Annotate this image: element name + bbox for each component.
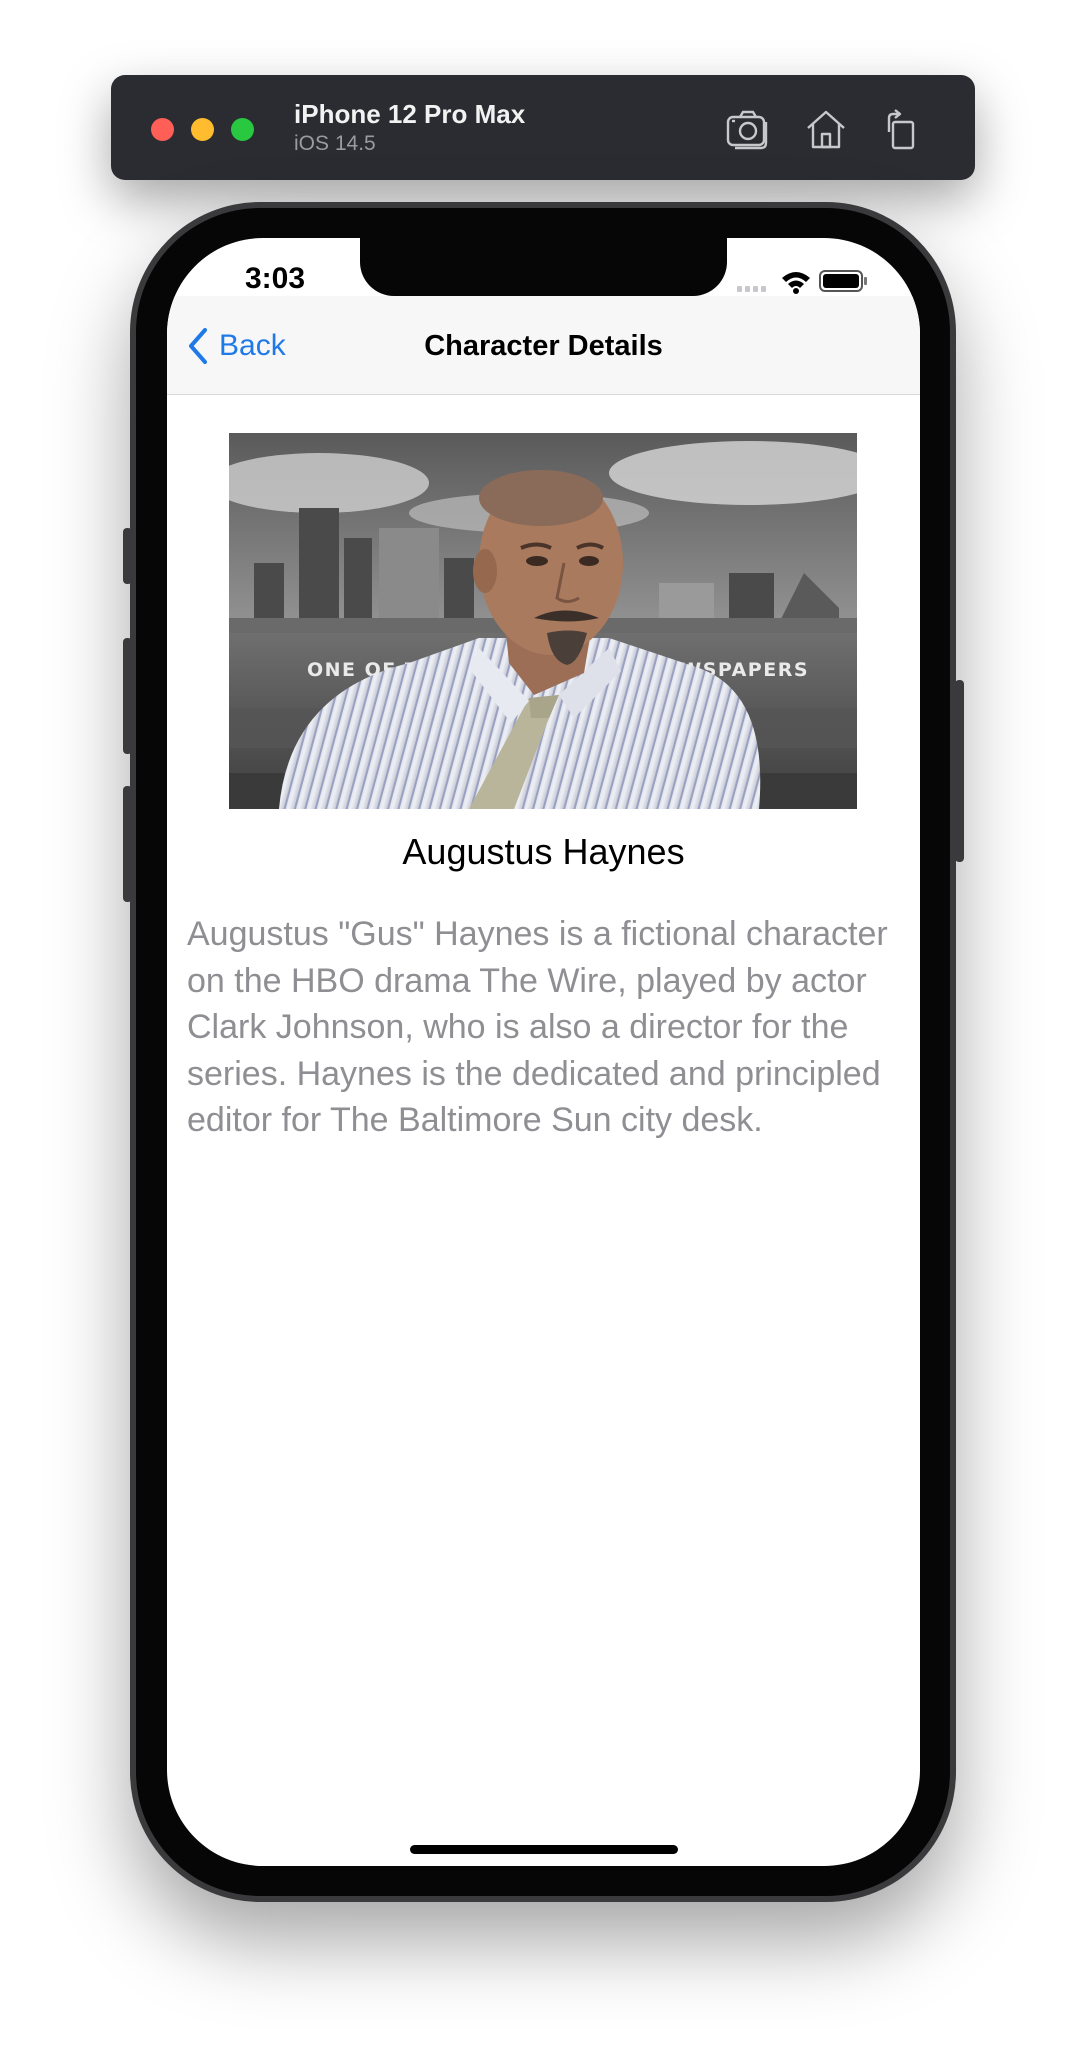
simulator-title-bar: iPhone 12 Pro Max iOS 14.5	[111, 75, 975, 180]
volume-up-button	[123, 638, 132, 754]
page-title: Character Details	[424, 330, 663, 362]
wifi-icon	[782, 272, 810, 294]
character-photo: ONE OF THE NATION'S BEST NEWSPAPERS	[229, 433, 857, 809]
notch	[360, 238, 727, 296]
os-version: iOS 14.5	[294, 132, 376, 155]
minimize-window-button[interactable]	[191, 118, 214, 141]
zoom-window-button[interactable]	[231, 118, 254, 141]
status-time: 3:03	[245, 262, 306, 295]
character-name: Augustus Haynes	[402, 831, 685, 872]
power-button	[955, 680, 964, 862]
device-screen: 3:03 Back Character Details ONE OF NEWSP…	[167, 238, 920, 1866]
cellular-signal-icon	[737, 286, 766, 292]
mute-switch	[123, 528, 132, 584]
device-name: iPhone 12 Pro Max	[294, 99, 526, 129]
volume-down-button	[123, 786, 132, 902]
battery-icon	[819, 270, 867, 292]
simulator-stage: iPhone 12 Pro Max iOS 14.5 3:03 Back Cha…	[0, 0, 1086, 2054]
close-window-button[interactable]	[151, 118, 174, 141]
character-description: Augustus "Gus" Haynes is a fictional cha…	[187, 915, 888, 1139]
navigation-bar: Back Character Details	[167, 296, 920, 395]
screenshot-icon[interactable]	[725, 108, 771, 150]
status-icons	[737, 268, 877, 294]
home-indicator[interactable]	[410, 1845, 678, 1854]
rotate-icon[interactable]	[879, 108, 925, 150]
home-icon[interactable]	[803, 108, 849, 150]
